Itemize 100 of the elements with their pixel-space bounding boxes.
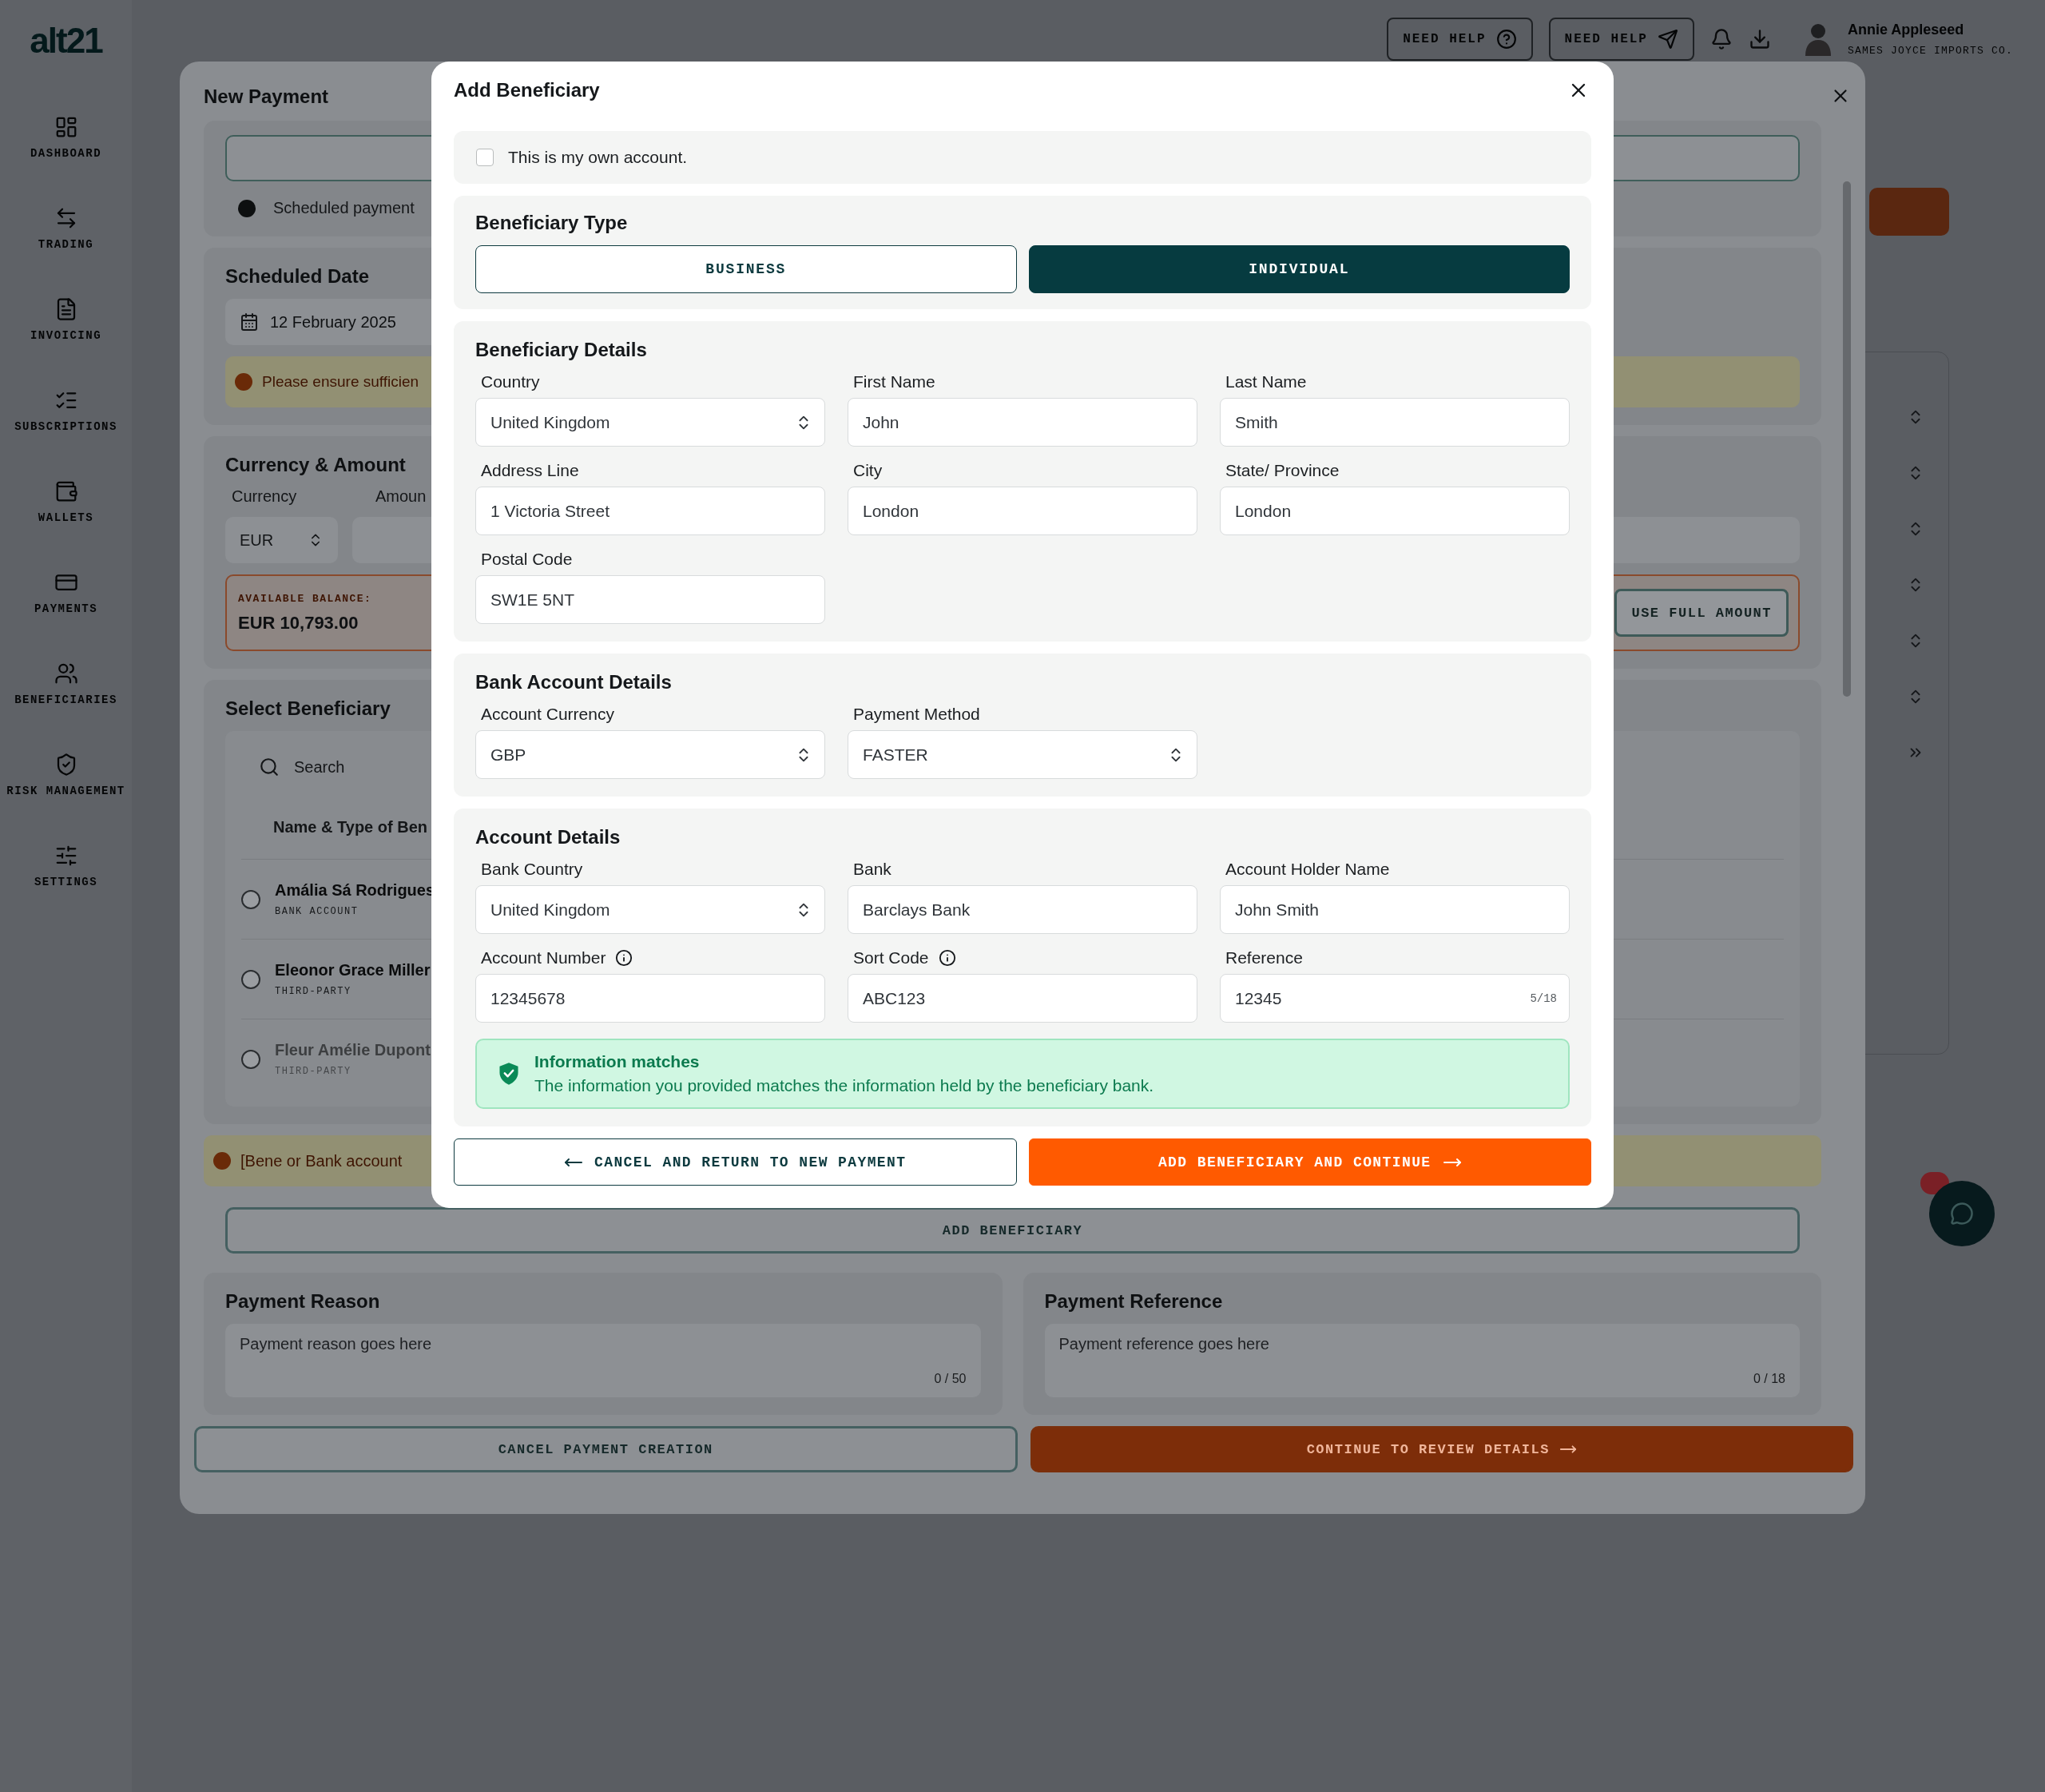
- select-field[interactable]: United Kingdom: [475, 398, 825, 447]
- radio-button[interactable]: [241, 969, 260, 989]
- nav-item[interactable]: TRADING: [38, 206, 94, 251]
- nav-item[interactable]: INVOICING: [30, 297, 102, 342]
- search-field[interactable]: Search: [294, 757, 345, 777]
- help-button[interactable]: NEED HELP: [1548, 18, 1694, 61]
- search-icon: [259, 757, 280, 777]
- download-icon[interactable]: [1748, 28, 1771, 50]
- field-label: Bank: [853, 860, 891, 879]
- field-label: Amoun: [375, 487, 427, 506]
- field-label: Account Holder Name: [1225, 860, 1390, 879]
- select-field[interactable]: GBP: [475, 730, 825, 779]
- field-label: State/ Province: [1225, 461, 1340, 480]
- add-beneficiary-button[interactable]: ADD BENEFICIARY: [225, 1207, 1800, 1254]
- field-label: Country: [481, 372, 540, 391]
- input-field[interactable]: SW1E 5NT: [475, 575, 825, 624]
- nav-item[interactable]: BENEFICIARIES: [14, 662, 117, 706]
- input-field[interactable]: John: [848, 398, 1197, 447]
- input-field[interactable]: 1 Victoria Street: [475, 487, 825, 535]
- chat-icon: [1950, 1202, 1974, 1226]
- calendar-icon: [240, 312, 259, 332]
- section-title: Account Details: [475, 826, 621, 848]
- use-full-amount-button[interactable]: USE FULL AMOUNT: [1614, 589, 1789, 637]
- input-field[interactable]: Smith: [1220, 398, 1570, 447]
- field-label: Bank Country: [481, 860, 583, 879]
- field-label: Currency: [232, 487, 298, 506]
- info-dot-icon: [238, 199, 256, 217]
- field-label: Reference: [1225, 948, 1303, 968]
- input-field[interactable]: London: [848, 487, 1197, 535]
- checkbox-label: This is my own account.: [508, 148, 688, 167]
- banner-title: Information matches: [534, 1052, 701, 1071]
- nav-item[interactable]: RISK MANAGEMENT: [6, 753, 125, 797]
- select-field[interactable]: FASTER: [848, 730, 1197, 779]
- field-label: Postal Code: [481, 550, 573, 569]
- nav-item[interactable]: SUBSCRIPTIONS: [14, 388, 117, 433]
- people-icon: [54, 662, 78, 685]
- beneficiary-type: BANK ACCOUNT: [275, 906, 359, 917]
- warning-text: Please ensure sufficien: [262, 373, 419, 391]
- section-title: Currency & Amount: [225, 454, 406, 476]
- help-button[interactable]: NEED HELP: [1387, 18, 1533, 61]
- company-name: SAMES JOYCE IMPORTS CO.: [1847, 45, 2013, 57]
- field-label: City: [853, 461, 883, 480]
- bell-icon[interactable]: [1709, 28, 1733, 50]
- banner-message: The information you provided matches the information held by the beneficiary bank.: [534, 1076, 1154, 1095]
- add-beneficiary-button[interactable]: ADD BENEFICIARY AND CONTINUE: [1028, 1138, 1591, 1186]
- scrollbar[interactable]: [1843, 181, 1851, 697]
- alert-icon: [213, 1152, 231, 1170]
- section-title: Select Beneficiary: [225, 697, 391, 720]
- user-name: Annie Appleseed: [1847, 22, 1965, 38]
- section-title: Payment Reference: [1044, 1290, 1223, 1313]
- section-title: Payment Reason: [225, 1290, 380, 1313]
- select-field[interactable]: United Kingdom: [475, 885, 825, 934]
- field-label: Last Name: [1225, 372, 1307, 391]
- nav-item[interactable]: PAYMENTS: [34, 570, 98, 615]
- warning-text: [Bene or Bank account: [240, 1151, 403, 1170]
- type-toggle[interactable]: INDIVIDUAL: [1028, 245, 1570, 293]
- dialog-title: Add Beneficiary: [454, 79, 600, 101]
- info-icon[interactable]: [615, 949, 633, 967]
- logo[interactable]: alt21: [30, 21, 102, 61]
- input-field[interactable]: John Smith: [1220, 885, 1570, 934]
- type-toggle[interactable]: BUSINESS: [475, 245, 1017, 293]
- radio-button[interactable]: [241, 889, 260, 909]
- nav-item[interactable]: WALLETS: [38, 479, 94, 524]
- shield-check-icon: [498, 1062, 520, 1086]
- section-title: Bank Account Details: [475, 671, 672, 693]
- field-label: Account Currency: [481, 705, 614, 724]
- beneficiary-name: Fleur Amélie Dupont: [275, 1041, 431, 1059]
- field-label: Address Line: [481, 461, 579, 480]
- section-title: Scheduled Date: [225, 265, 370, 288]
- nav-item[interactable]: SETTINGS: [34, 844, 98, 888]
- field-label: Account Number: [481, 948, 606, 968]
- field-label: Sort Code: [853, 948, 929, 968]
- note-text: Scheduled payment: [273, 199, 415, 217]
- send-icon: [1657, 29, 1678, 50]
- cancel-button[interactable]: CANCEL AND RETURN TO NEW PAYMENT: [454, 1138, 1017, 1186]
- input-field[interactable]: Barclays Bank: [848, 885, 1197, 934]
- continue-button[interactable]: CONTINUE TO REVIEW DETAILS: [1030, 1426, 1853, 1472]
- balance-label: AVAILABLE BALANCE:: [238, 592, 372, 605]
- input-field[interactable]: ABC123: [848, 974, 1197, 1023]
- question-icon: [1495, 29, 1517, 50]
- beneficiary-name: Amália Sá Rodrigues: [275, 881, 435, 900]
- column-header: Name & Type of Ben: [273, 817, 427, 836]
- field-label: First Name: [853, 372, 935, 391]
- beneficiary-type: THIRD-PARTY: [275, 986, 352, 997]
- input-field[interactable]: London: [1220, 487, 1570, 535]
- character-counter: 5/18: [1530, 991, 1557, 1005]
- text-area[interactable]: Payment reason goes here 0 / 50: [225, 1324, 981, 1397]
- text-area[interactable]: Payment reference goes here 0 / 18: [1044, 1324, 1800, 1397]
- info-icon[interactable]: [938, 949, 956, 967]
- cancel-button[interactable]: CANCEL PAYMENT CREATION: [194, 1426, 1018, 1472]
- nav-item[interactable]: DASHBOARD: [30, 115, 102, 160]
- select-field[interactable]: EUR: [225, 517, 338, 563]
- alert-icon: [235, 373, 252, 391]
- balance-value: EUR 10,793.00: [238, 612, 359, 634]
- beneficiary-name: Eleonor Grace Miller: [275, 961, 431, 979]
- beneficiary-type: THIRD-PARTY: [275, 1066, 352, 1077]
- input-field[interactable]: 12345678: [475, 974, 825, 1023]
- checkbox[interactable]: [476, 149, 494, 166]
- panel-title: New Payment: [204, 85, 329, 108]
- field-label: Payment Method: [853, 705, 980, 724]
